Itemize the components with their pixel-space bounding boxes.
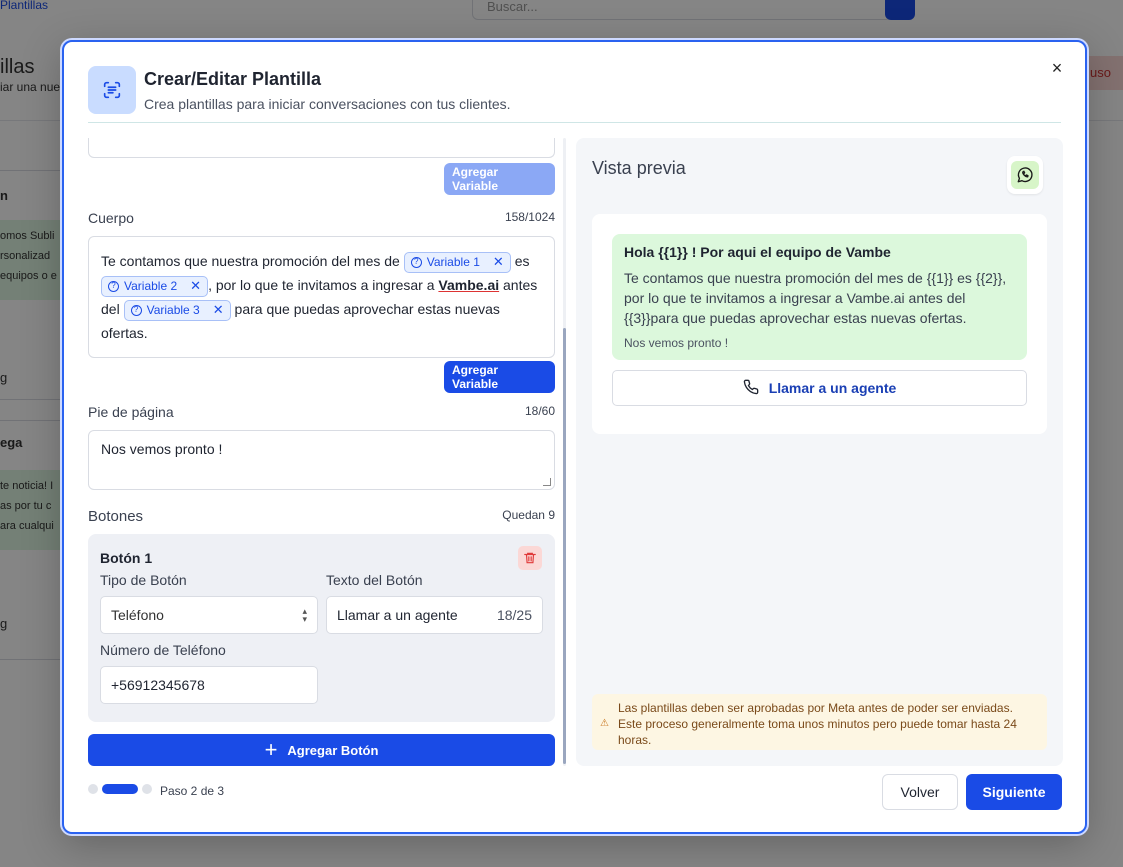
preview-title: Vista previa xyxy=(592,158,686,178)
step-text: Paso 2 de 3 xyxy=(160,784,225,798)
next-button[interactable]: Siguiente xyxy=(966,774,1062,810)
modal-title: Crear/Editar Plantilla xyxy=(144,69,322,89)
button-item-title: Botón 1 xyxy=(100,550,153,566)
remove-icon[interactable]: ✕ xyxy=(493,250,504,274)
modal-subtitle: Crea plantillas para iniciar conversacio… xyxy=(144,96,511,112)
buttons-remaining: Quedan 9 xyxy=(502,508,555,522)
remove-icon[interactable]: ✕ xyxy=(190,274,201,298)
preview-footer: Nos vemos pronto ! xyxy=(624,336,729,350)
warning-icon: ⚠ xyxy=(600,718,609,729)
step-dot xyxy=(142,784,152,794)
variable-chip[interactable]: ? Variable 1 ✕ xyxy=(403,250,511,274)
preview-body: Te contamos que nuestra promoción del me… xyxy=(624,270,1007,326)
question-icon: ? xyxy=(108,280,119,292)
variable-chip[interactable]: ? Variable 2 ✕ xyxy=(101,274,209,298)
variable-chip[interactable]: ? Variable 3 ✕ xyxy=(123,298,231,322)
button-config-panel: Botón 1 Tipo de Botón Texto del Botón Te… xyxy=(88,534,555,722)
add-header-variable-button[interactable]: Agregar Variable xyxy=(444,163,555,195)
body-label: Cuerpo xyxy=(88,210,134,226)
header-input[interactable] xyxy=(88,138,555,158)
message-bubble: Hola {{1}} ! Por aqui el equipo de Vambe… xyxy=(612,234,1027,360)
approval-warning: ⚠ Las plantillas deben ser aprobadas por… xyxy=(592,694,1047,750)
remove-icon[interactable]: ✕ xyxy=(213,298,224,322)
step-dot xyxy=(88,784,98,794)
step-indicator xyxy=(88,784,152,794)
close-icon[interactable]: × xyxy=(1045,56,1069,80)
resize-handle[interactable] xyxy=(543,478,551,486)
footer-counter: 18/60 xyxy=(524,404,555,418)
template-icon xyxy=(88,66,136,114)
preview-header: Hola {{1}} ! Por aqui el equipo de Vambe xyxy=(624,244,891,260)
button-type-label: Tipo de Botón xyxy=(100,572,187,588)
editor-scrollbar[interactable] xyxy=(561,138,569,766)
footer-label: Pie de página xyxy=(88,404,174,420)
button-text-input[interactable]: Llamar a un agente 18/25 xyxy=(326,596,543,634)
body-counter: 158/1024 xyxy=(504,210,555,224)
preview-call-button: Llamar a un agente xyxy=(612,370,1027,406)
phone-input[interactable]: +56912345678 xyxy=(100,666,318,704)
question-icon: ? xyxy=(130,304,142,316)
question-icon: ? xyxy=(410,256,422,268)
add-body-variable-button[interactable]: Agregar Variable xyxy=(444,361,555,393)
template-modal: Crear/Editar Plantilla Crea plantillas p… xyxy=(62,40,1087,834)
button-text-counter: 18/25 xyxy=(496,607,532,623)
step-dot-active xyxy=(102,784,138,794)
back-button[interactable]: Volver xyxy=(882,774,958,810)
body-editor[interactable]: Te contamos que nuestra promoción del me… xyxy=(88,236,555,358)
button-text-label: Texto del Botón xyxy=(326,572,423,588)
buttons-label: Botones xyxy=(88,508,144,525)
button-type-select[interactable]: Teléfono ▴ ▾ xyxy=(100,596,318,634)
plus-icon: + xyxy=(264,737,278,762)
phone-icon xyxy=(743,379,759,398)
footer-input[interactable]: Nos vemos pronto ! xyxy=(88,430,555,490)
preview-panel: Vista previa Hola {{1}} ! Por aqui el eq… xyxy=(576,138,1063,766)
add-button-button[interactable]: + Agregar Botón xyxy=(88,734,555,766)
header-divider xyxy=(88,122,1061,123)
trash-icon[interactable] xyxy=(518,546,542,570)
message-preview-card: Hola {{1}} ! Por aqui el equipo de Vambe… xyxy=(592,214,1047,434)
template-editor[interactable]: Agregar Variable Cuerpo 158/1024 Te cont… xyxy=(88,138,556,766)
body-link: Vambe.ai xyxy=(438,277,500,293)
select-arrows-icon: ▴ ▾ xyxy=(302,606,307,624)
whatsapp-icon xyxy=(1007,156,1043,194)
phone-label: Número de Teléfono xyxy=(100,642,226,658)
